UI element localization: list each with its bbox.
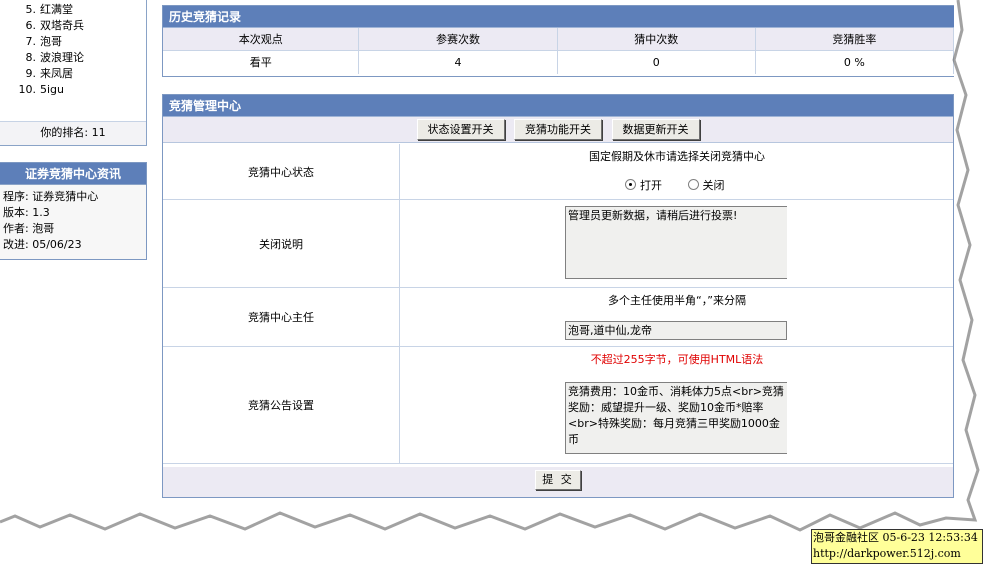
- my-rank: 你的排名: 11: [0, 121, 146, 145]
- close-note-textarea[interactable]: 管理员更新数据，请稍后进行投票! ▲ ▼: [565, 206, 787, 279]
- status-row: 竞猜中心状态 国定假期及休市请选择关闭竞猜中心 打开 关闭: [163, 144, 953, 200]
- tab-function-settings[interactable]: 竞猜功能开关: [514, 119, 602, 140]
- submit-button[interactable]: 提 交: [535, 470, 581, 490]
- ranking-item[interactable]: 10. 5igu: [0, 82, 146, 98]
- directors-value: 多个主任使用半角“，”来分隔 泡哥,道中仙,龙帝: [401, 288, 953, 346]
- open-radio-label[interactable]: 打开: [640, 179, 662, 192]
- rank-number: 9.: [25, 67, 37, 80]
- cell-entries: 4: [358, 49, 558, 74]
- col-hits: 猜中次数: [557, 28, 756, 50]
- rank-name[interactable]: 波浪理论: [40, 50, 84, 66]
- table-row: 看平 4 0 0 %: [163, 49, 955, 74]
- watermark-line1: 泡哥金融社区 05-6-23 12:53:34: [813, 531, 978, 544]
- directors-hint: 多个主任使用半角“，”来分隔: [608, 294, 746, 307]
- ranking-item[interactable]: 7. 泡哥: [0, 34, 146, 50]
- status-label: 竞猜中心状态: [163, 144, 400, 199]
- info-lines: 程序: 证券竞猜中心 版本: 1.3 作者: 泡哥 改进: 05/06/23: [0, 185, 146, 253]
- notice-text: 竞猜费用：10金币、消耗体力5点<br>竞猜奖励：威望提升一级、奖励10金币*赔…: [568, 385, 784, 446]
- rank-number: 7.: [25, 35, 37, 48]
- ranking-box: 5. 红满堂 6. 双塔奇兵 7. 泡哥 8. 波浪理论 9. 来凤居 10. 5igu 你…: [0, 0, 147, 146]
- ranking-item[interactable]: 9. 来凤居: [0, 66, 146, 82]
- close-note-row: 关闭说明 管理员更新数据，请稍后进行投票! ▲ ▼: [163, 200, 953, 288]
- submit-bar: 提 交: [163, 467, 953, 497]
- ranking-list: 5. 红满堂 6. 双塔奇兵 7. 泡哥 8. 波浪理论 9. 来凤居 10. 5igu: [0, 2, 146, 98]
- notice-label: 竞猜公告设置: [163, 347, 400, 463]
- info-author: 作者: 泡哥: [3, 222, 55, 235]
- info-version: 版本: 1.3: [3, 206, 50, 219]
- ranking-item[interactable]: 8. 波浪理论: [0, 50, 146, 66]
- notice-textarea[interactable]: 竞猜费用：10金币、消耗体力5点<br>竞猜奖励：威望提升一级、奖励10金币*赔…: [565, 382, 787, 454]
- cell-view: 看平: [163, 49, 360, 74]
- close-radio-label[interactable]: 关闭: [703, 179, 725, 192]
- col-entries: 参赛次数: [358, 28, 558, 50]
- tab-status-settings[interactable]: 状态设置开关: [416, 119, 505, 140]
- info-program: 程序: 证券竞猜中心: [3, 190, 99, 203]
- rank-name[interactable]: 双塔奇兵: [40, 18, 84, 34]
- open-radio[interactable]: [625, 179, 636, 190]
- rank-number: 10.: [18, 83, 37, 96]
- rank-name[interactable]: 红满堂: [40, 2, 73, 18]
- info-title: 证券竞猜中心资讯: [0, 163, 146, 185]
- cell-winrate: 0 %: [755, 49, 955, 74]
- directors-label: 竞猜中心主任: [163, 288, 400, 346]
- info-box: 证券竞猜中心资讯 程序: 证券竞猜中心 版本: 1.3 作者: 泡哥 改进: 0…: [0, 162, 147, 260]
- history-table: 本次观点 参赛次数 猜中次数 竞猜胜率 看平 4 0 0 %: [163, 28, 955, 74]
- watermark-line2: http://darkpower.512j.com: [813, 547, 961, 560]
- status-radio-group: 打开 关闭: [625, 177, 747, 193]
- page: 5. 红满堂 6. 双塔奇兵 7. 泡哥 8. 波浪理论 9. 来凤居 10. 5igu 你…: [0, 0, 986, 566]
- history-header-row: 本次观点 参赛次数 猜中次数 竞猜胜率: [163, 28, 955, 50]
- notice-value: 不超过255字节，可使用HTML语法 竞猜费用：10金币、消耗体力5点<br>竞…: [401, 347, 953, 463]
- watermark-stamp: 泡哥金融社区 05-6-23 12:53:34 http://darkpower…: [811, 529, 983, 564]
- status-hint: 国定假期及休市请选择关闭竞猜中心: [589, 150, 765, 163]
- directors-row: 竞猜中心主任 多个主任使用半角“，”来分隔 泡哥,道中仙,龙帝: [163, 288, 953, 347]
- close-radio[interactable]: [687, 179, 699, 190]
- ranking-item[interactable]: 6. 双塔奇兵: [0, 18, 146, 34]
- rank-number: 5.: [25, 3, 37, 16]
- manager-title: 竞猜管理中心: [163, 95, 953, 117]
- notice-row: 竞猜公告设置 不超过255字节，可使用HTML语法 竞猜费用：10金币、消耗体力…: [163, 347, 953, 464]
- notice-hint: 不超过255字节，可使用HTML语法: [590, 353, 764, 366]
- info-updated: 改进: 05/06/23: [3, 238, 82, 251]
- ranking-item[interactable]: 5. 红满堂: [0, 2, 146, 18]
- cell-hits: 0: [557, 49, 756, 74]
- rank-name[interactable]: 来凤居: [40, 66, 73, 82]
- tab-data-update[interactable]: 数据更新开关: [611, 119, 700, 140]
- manager-panel: 竞猜管理中心 状态设置开关 竞猜功能开关 数据更新开关 竞猜中心状态 国定假期及…: [162, 94, 954, 498]
- rank-number: 8.: [25, 51, 37, 64]
- directors-input[interactable]: 泡哥,道中仙,龙帝: [565, 321, 787, 340]
- rank-number: 6.: [25, 19, 37, 32]
- rank-name[interactable]: 泡哥: [40, 34, 62, 50]
- history-title: 历史竞猜记录: [163, 6, 954, 28]
- tab-bar: 状态设置开关 竞猜功能开关 数据更新开关: [163, 117, 953, 143]
- col-winrate: 竞猜胜率: [755, 28, 955, 50]
- close-note-value: 管理员更新数据，请稍后进行投票! ▲ ▼: [401, 200, 953, 287]
- col-view: 本次观点: [163, 28, 360, 50]
- close-note-label: 关闭说明: [163, 200, 400, 287]
- close-note-text: 管理员更新数据，请稍后进行投票!: [568, 209, 738, 222]
- history-panel: 历史竞猜记录 本次观点 参赛次数 猜中次数 竞猜胜率 看平 4 0 0 %: [162, 5, 955, 77]
- status-value: 国定假期及休市请选择关闭竞猜中心 打开 关闭: [401, 144, 953, 199]
- rank-name[interactable]: 5igu: [40, 82, 64, 98]
